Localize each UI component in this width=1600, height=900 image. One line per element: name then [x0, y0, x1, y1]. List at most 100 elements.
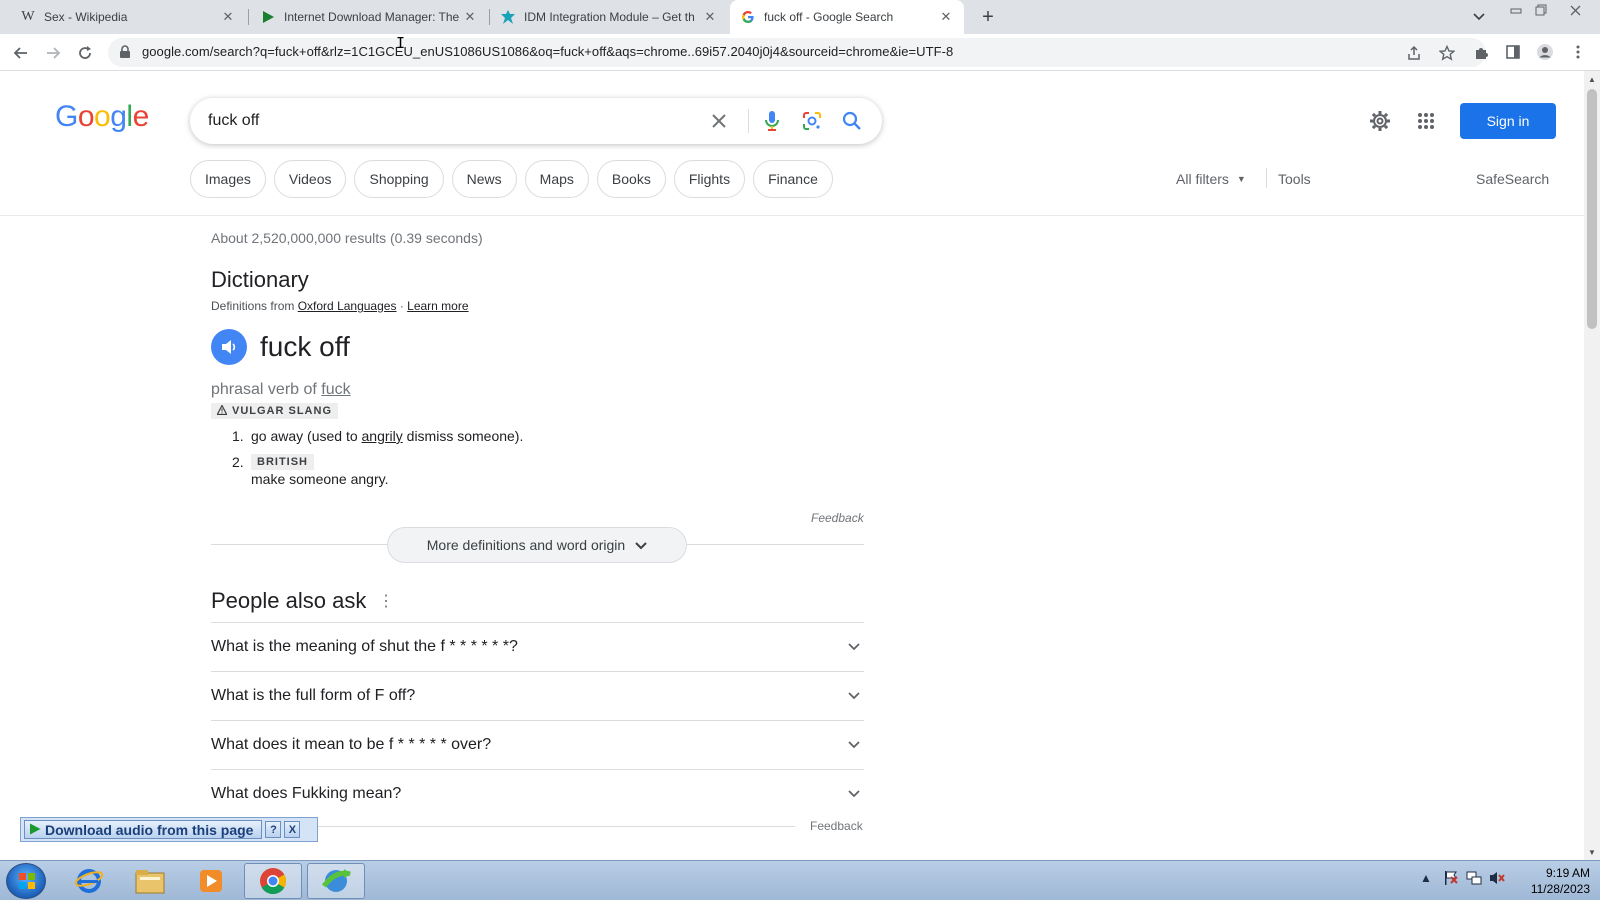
close-window-icon[interactable]	[1562, 0, 1588, 20]
browser-menu-icon[interactable]	[1568, 42, 1588, 62]
file-explorer-icon[interactable]	[121, 863, 179, 899]
definitions-prefix: Definitions from	[211, 299, 295, 313]
search-input[interactable]	[208, 109, 688, 133]
download-audio-button[interactable]: Download audio from this page	[24, 820, 263, 839]
close-tab-icon[interactable]: ✕	[938, 9, 954, 25]
scroll-down-arrow-icon[interactable]: ▼	[1584, 844, 1600, 860]
angrily-link[interactable]: angrily	[362, 428, 403, 444]
idm-play-icon	[260, 9, 276, 25]
chevron-down-icon	[844, 692, 864, 700]
logo-letter: e	[132, 100, 150, 133]
settings-gear-icon[interactable]	[1367, 108, 1393, 134]
learn-more-link[interactable]: Learn more	[407, 299, 468, 313]
definition-number: 2.	[232, 454, 244, 470]
google-apps-grid-icon[interactable]	[1413, 108, 1439, 134]
search-icon[interactable]	[840, 109, 864, 133]
text-cursor-icon: I	[396, 34, 406, 52]
dropdown-caret-icon: ▼	[1236, 174, 1246, 184]
more-definitions-button[interactable]: More definitions and word origin	[387, 527, 687, 563]
idm-help-button[interactable]: ?	[265, 821, 282, 838]
new-tab-button[interactable]: +	[976, 5, 1000, 29]
pronunciation-speaker-icon[interactable]	[211, 329, 247, 365]
scrollbar-thumb[interactable]	[1587, 89, 1597, 329]
start-button-windows-icon[interactable]	[6, 863, 46, 899]
minimize-window-icon[interactable]	[1503, 0, 1529, 20]
tab-separator	[248, 9, 249, 25]
show-hidden-icons-icon[interactable]: ▲	[1417, 869, 1435, 887]
page-scrollbar[interactable]: ▲ ▼	[1584, 71, 1600, 860]
chip-flights[interactable]: Flights	[673, 160, 746, 198]
result-stats: About 2,520,000,000 results (0.39 second…	[211, 230, 483, 246]
search-box[interactable]	[190, 98, 882, 144]
chip-shopping[interactable]: Shopping	[354, 160, 444, 198]
tools-button[interactable]: Tools	[1278, 171, 1311, 187]
tab-title: IDM Integration Module – Get th	[524, 10, 695, 24]
address-bar[interactable]: google.com/search?q=fuck+off&rlz=1C1GCEU…	[108, 38, 1486, 67]
sign-in-button[interactable]: Sign in	[1460, 103, 1556, 139]
chip-maps[interactable]: Maps	[524, 160, 589, 198]
url-text[interactable]: google.com/search?q=fuck+off&rlz=1C1GCEU…	[142, 44, 953, 59]
logo-letter: o	[94, 100, 111, 133]
side-panel-icon[interactable]	[1503, 42, 1523, 62]
paa-question[interactable]: What does it mean to be f * * * * * over…	[211, 720, 864, 769]
tab-search-chevron-icon[interactable]	[1470, 8, 1488, 26]
media-player-icon[interactable]	[182, 863, 240, 899]
reload-icon[interactable]	[72, 40, 98, 66]
google-logo[interactable]: Google	[55, 100, 149, 134]
paa-question-text: What does Fukking mean?	[211, 785, 402, 802]
back-arrow-icon[interactable]	[8, 40, 34, 66]
close-tab-icon[interactable]: ✕	[462, 9, 478, 25]
clear-search-icon[interactable]	[706, 108, 732, 134]
definition-text-after: dismiss someone).	[406, 428, 524, 444]
chip-news[interactable]: News	[451, 160, 517, 198]
more-options-icon[interactable]: ⋮	[378, 591, 394, 611]
all-filters-button[interactable]: All filters ▼	[1176, 171, 1246, 187]
system-clock[interactable]: 9:19 AM 11/28/2023	[1510, 865, 1590, 897]
all-filters-label: All filters	[1176, 171, 1229, 187]
idm-close-button[interactable]: X	[284, 821, 301, 838]
chip-finance[interactable]: Finance	[753, 160, 833, 198]
clock-date: 11/28/2023	[1530, 882, 1590, 896]
share-icon[interactable]	[1405, 44, 1423, 62]
extensions-puzzle-icon[interactable]	[1472, 42, 1492, 62]
paa-question[interactable]: What does Fukking mean?	[211, 769, 864, 818]
tab-wikipedia[interactable]: W Sex - Wikipedia ✕	[10, 0, 246, 34]
restore-window-icon[interactable]	[1528, 0, 1554, 20]
paa-question[interactable]: What is the full form of F off?	[211, 671, 864, 720]
internet-explorer-icon[interactable]	[60, 863, 118, 899]
close-tab-icon[interactable]: ✕	[220, 9, 236, 25]
definition-number: 1.	[232, 428, 244, 444]
bookmark-star-icon[interactable]	[1438, 44, 1456, 62]
profile-avatar-icon[interactable]	[1535, 42, 1555, 62]
lock-icon[interactable]	[119, 45, 133, 59]
dictionary-feedback-link[interactable]: Feedback	[811, 511, 864, 525]
pos-link[interactable]: fuck	[321, 381, 350, 398]
clock-time: 9:19 AM	[1545, 866, 1590, 880]
chip-videos[interactable]: Videos	[273, 160, 347, 198]
download-audio-label: Download audio from this page	[45, 821, 254, 838]
scroll-up-arrow-icon[interactable]: ▲	[1584, 71, 1600, 87]
forward-arrow-icon[interactable]	[40, 40, 66, 66]
google-lens-icon[interactable]	[800, 109, 824, 133]
tab-google-search[interactable]: fuck off - Google Search ✕	[730, 0, 964, 34]
close-tab-icon[interactable]: ✕	[702, 9, 718, 25]
volume-muted-icon[interactable]	[1488, 869, 1506, 887]
tab-idm-integration[interactable]: IDM Integration Module – Get th ✕	[490, 0, 728, 34]
oxford-languages-link[interactable]: Oxford Languages	[298, 299, 397, 313]
tab-idm[interactable]: Internet Download Manager: The ✕	[250, 0, 488, 34]
chrome-icon[interactable]	[244, 863, 302, 899]
action-center-flag-icon[interactable]	[1442, 869, 1460, 887]
chip-books[interactable]: Books	[596, 160, 666, 198]
idm-icon[interactable]	[307, 863, 365, 899]
dictionary-headword: fuck off	[260, 331, 350, 362]
paa-question-text: What does it mean to be f * * * * * over…	[211, 736, 492, 753]
paa-question[interactable]: What is the meaning of shut the f * * * …	[211, 622, 864, 671]
chip-images[interactable]: Images	[190, 160, 266, 198]
safesearch-button[interactable]: SafeSearch	[1476, 171, 1549, 187]
idm-download-panel: Download audio from this page ? X	[20, 817, 318, 842]
paa-question-text: What is the meaning of shut the f * * * …	[211, 638, 518, 655]
paa-feedback-link[interactable]: Feedback	[810, 819, 863, 833]
windows-taskbar: ▲ 9:19 AM 11/28/2023	[0, 860, 1600, 900]
network-icon[interactable]	[1465, 869, 1483, 887]
microphone-icon[interactable]	[760, 109, 784, 133]
